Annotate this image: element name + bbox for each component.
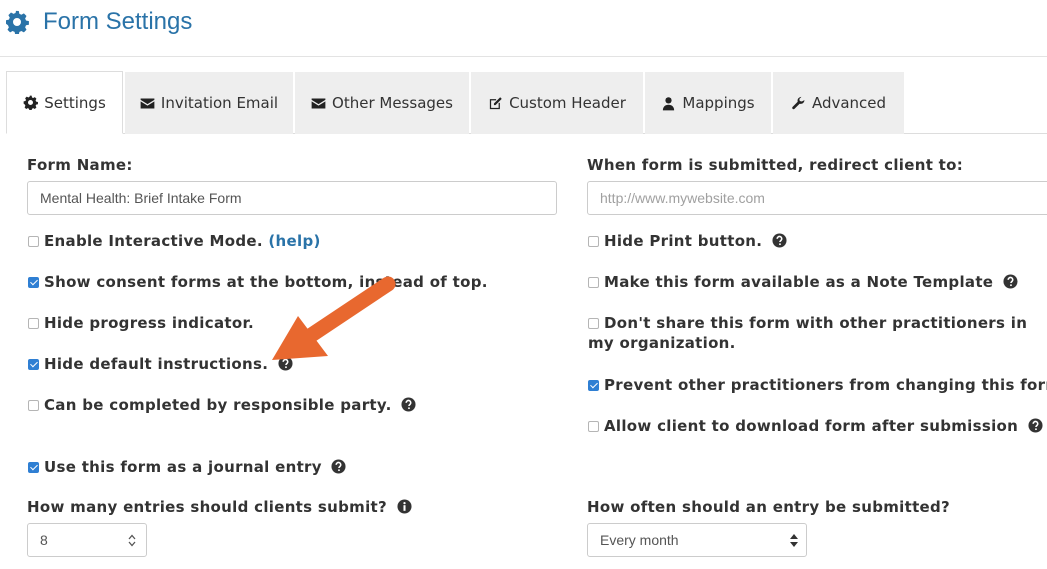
tab-settings[interactable]: Settings xyxy=(6,71,123,134)
hide-instructions-option: Hide default instructions. xyxy=(44,354,293,374)
tab-advanced[interactable]: Advanced xyxy=(773,72,904,134)
envelope-icon xyxy=(311,98,326,108)
gear-icon xyxy=(23,95,39,110)
hide-print-label: Hide Print button. xyxy=(604,232,763,250)
gear-icon xyxy=(6,10,29,34)
user-icon xyxy=(663,96,675,110)
allow-download-label: Allow client to download form after subm… xyxy=(604,417,1019,435)
question-circle-icon[interactable] xyxy=(278,356,293,371)
select-arrows-icon xyxy=(790,534,798,547)
hide-print-checkbox[interactable] xyxy=(588,236,599,247)
info-circle-icon[interactable] xyxy=(396,499,412,514)
edit-icon xyxy=(489,96,502,109)
note-template-option: Make this form available as a Note Templ… xyxy=(604,272,1018,292)
page-title: Form Settings xyxy=(43,8,193,35)
note-template-checkbox[interactable] xyxy=(588,277,599,288)
interactive-mode-checkbox[interactable] xyxy=(28,236,39,247)
hide-instructions-checkbox[interactable] xyxy=(28,359,39,370)
redirect-label: When form is submitted, redirect client … xyxy=(587,156,964,174)
interactive-mode-label: Enable Interactive Mode. xyxy=(44,232,263,250)
hide-instructions-label: Hide default instructions. xyxy=(44,355,269,373)
journal-entry-label: Use this form as a journal entry xyxy=(44,458,322,476)
prevent-change-label: Prevent other practitioners from changin… xyxy=(604,376,1047,394)
entries-count-option: How many entries should clients submit? xyxy=(27,497,412,517)
allow-download-option: Allow client to download form after subm… xyxy=(604,416,1043,436)
note-template-label: Make this form available as a Note Templ… xyxy=(604,273,994,291)
interactive-mode-option: Enable Interactive Mode. (help) xyxy=(44,231,321,251)
entries-count-input[interactable]: 8 xyxy=(27,523,147,557)
journal-entry-checkbox[interactable] xyxy=(28,462,39,473)
redirect-url-input[interactable]: http://www.mywebsite.com xyxy=(587,181,1047,215)
form-name-label: Form Name: xyxy=(27,156,133,174)
question-circle-icon[interactable] xyxy=(772,233,787,248)
tab-label: Other Messages xyxy=(332,94,453,112)
no-share-label: Don't share this form with other practit… xyxy=(588,314,1028,352)
tab-invitation-email[interactable]: Invitation Email xyxy=(125,72,293,134)
responsible-party-label: Can be completed by responsible party. xyxy=(44,396,392,414)
entries-count-value: 8 xyxy=(40,532,48,548)
tab-label: Advanced xyxy=(811,94,887,112)
tab-label: Settings xyxy=(44,93,106,112)
tab-label: Mappings xyxy=(682,94,755,112)
prevent-change-checkbox[interactable] xyxy=(588,380,599,391)
help-link[interactable]: (help) xyxy=(268,232,320,250)
hide-progress-checkbox[interactable] xyxy=(28,318,39,329)
hide-print-option: Hide Print button. xyxy=(604,231,787,251)
tab-custom-header[interactable]: Custom Header xyxy=(471,72,643,134)
question-circle-icon[interactable] xyxy=(1003,274,1018,289)
consent-bottom-label: Show consent forms at the bottom, instea… xyxy=(44,273,488,291)
allow-download-checkbox[interactable] xyxy=(588,421,599,432)
wrench-icon xyxy=(792,96,805,109)
stepper-arrows-icon[interactable] xyxy=(128,534,136,547)
responsible-party-checkbox[interactable] xyxy=(28,400,39,411)
tab-bar: Settings Invitation Email Other Messages… xyxy=(6,71,1047,134)
page-header: Form Settings xyxy=(0,0,1047,57)
tab-mappings[interactable]: Mappings xyxy=(645,72,771,134)
tab-other-messages[interactable]: Other Messages xyxy=(295,72,469,134)
entry-frequency-label: How often should an entry be submitted? xyxy=(587,498,951,516)
journal-entry-option: Use this form as a journal entry xyxy=(44,457,346,477)
entry-frequency-select[interactable]: Every month xyxy=(587,523,807,557)
consent-bottom-checkbox[interactable] xyxy=(28,277,39,288)
question-circle-icon[interactable] xyxy=(401,397,416,412)
tab-label: Invitation Email xyxy=(160,94,279,112)
tab-label: Custom Header xyxy=(509,94,626,112)
question-circle-icon[interactable] xyxy=(331,459,346,474)
envelope-icon xyxy=(140,98,155,108)
entry-frequency-value: Every month xyxy=(600,532,679,548)
form-name-input[interactable]: Mental Health: Brief Intake Form xyxy=(27,181,557,215)
entries-count-label: How many entries should clients submit? xyxy=(27,498,387,516)
question-circle-icon[interactable] xyxy=(1028,418,1043,433)
responsible-party-option: Can be completed by responsible party. xyxy=(44,395,416,415)
hide-progress-label: Hide progress indicator. xyxy=(44,314,254,332)
